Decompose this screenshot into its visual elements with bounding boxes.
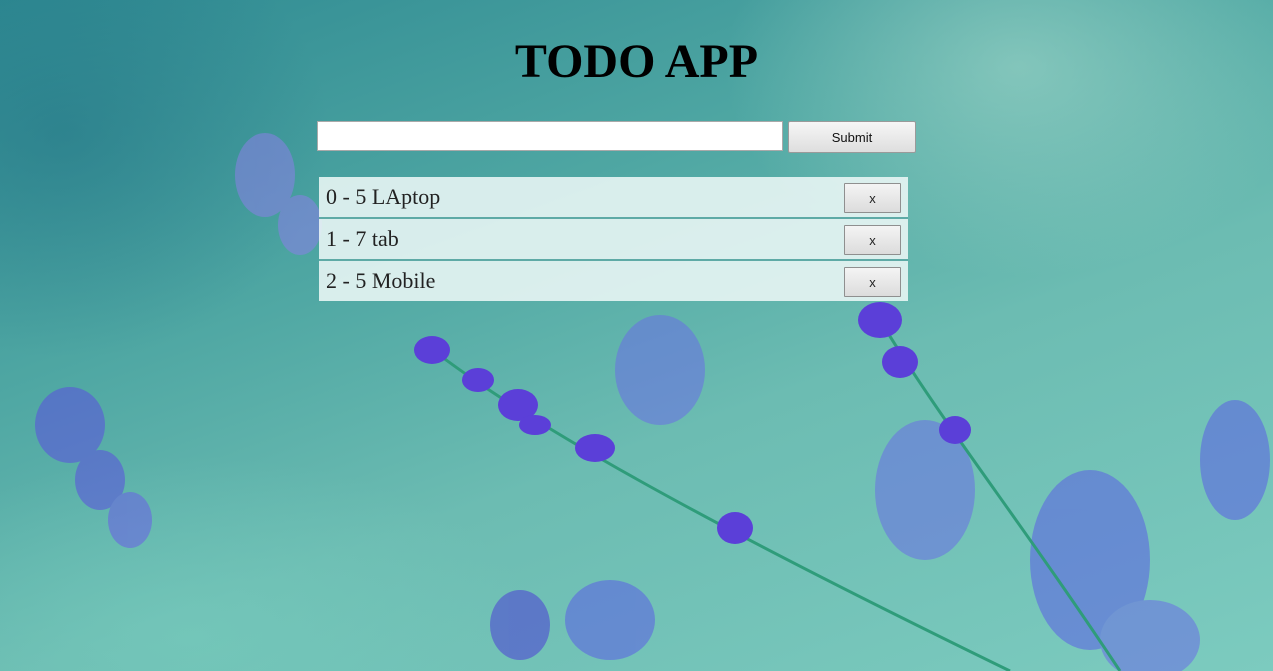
delete-button[interactable]: x	[844, 183, 901, 213]
delete-button[interactable]: x	[844, 225, 901, 255]
delete-button[interactable]: x	[844, 267, 901, 297]
todo-list: 0 - 5 LAptop x 1 - 7 tab x 2 - 5 Mobile …	[319, 177, 908, 301]
todo-input[interactable]	[317, 121, 783, 151]
todo-item: 1 - 7 tab x	[319, 219, 908, 261]
background-image	[35, 133, 1270, 671]
todo-item-text: 0 - 5 LAptop	[326, 184, 441, 209]
submit-button[interactable]: Submit	[788, 121, 916, 153]
todo-item: 0 - 5 LAptop x	[319, 177, 908, 219]
todo-item-text: 2 - 5 Mobile	[326, 268, 436, 293]
page-title: TODO APP	[514, 35, 759, 88]
todo-item-text: 1 - 7 tab	[326, 226, 399, 251]
todo-item: 2 - 5 Mobile x	[319, 261, 908, 301]
